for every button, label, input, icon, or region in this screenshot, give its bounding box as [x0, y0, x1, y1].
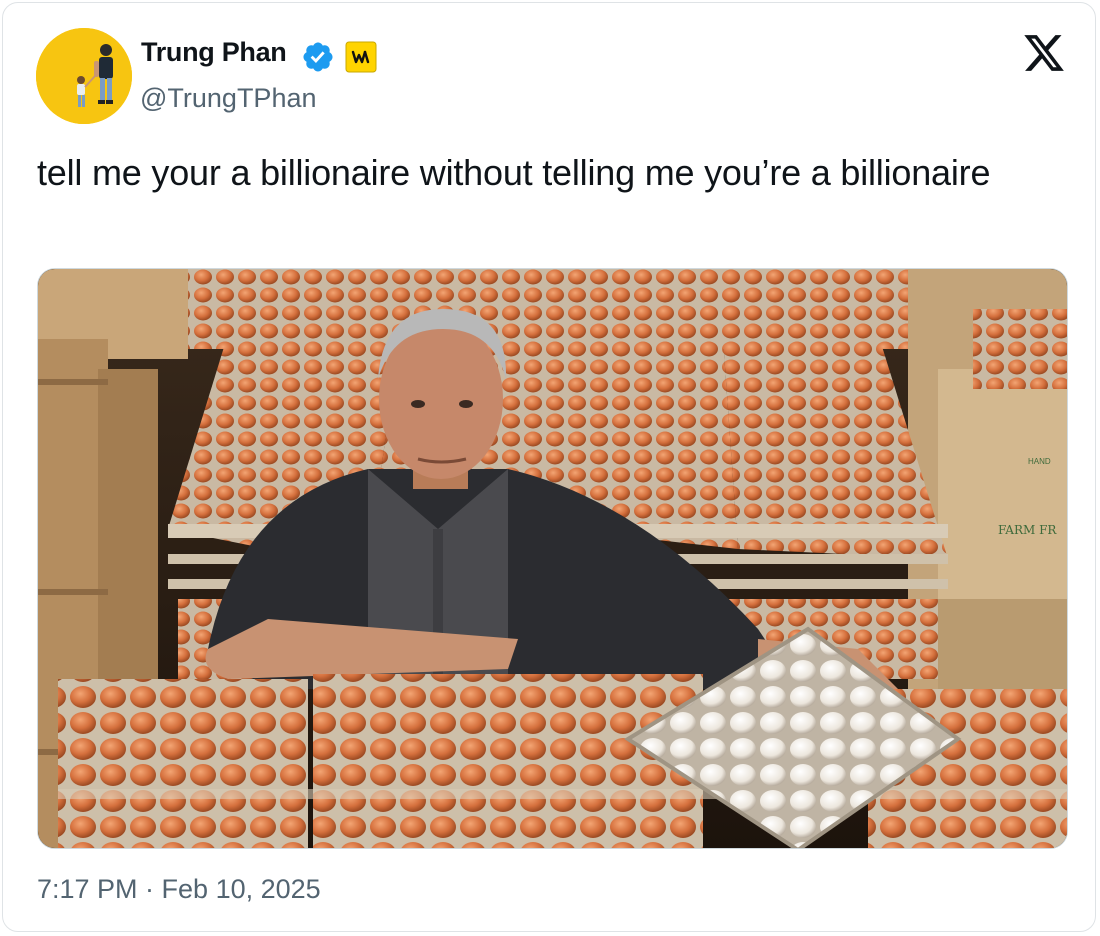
author-avatar[interactable] — [36, 28, 132, 124]
tweet-text: tell me your a billionaire without telli… — [37, 152, 991, 193]
author-display-name[interactable]: Trung Phan — [141, 37, 287, 68]
w-badge-icon — [345, 41, 377, 73]
author-handle[interactable]: @TrungTPhan — [140, 83, 317, 114]
tweet-card: Trung Phan @TrungTPhan tell me your a bi… — [2, 2, 1096, 932]
avatar-photo — [36, 28, 132, 124]
tweet-timestamp[interactable]: 7:17 PM · Feb 10, 2025 — [37, 874, 321, 905]
tweet-media-image[interactable]: FARM FR HAND — [37, 268, 1068, 849]
verified-badge-icon — [303, 42, 333, 72]
x-logo-icon[interactable] — [1021, 31, 1067, 75]
svg-text:FARM FR: FARM FR — [998, 523, 1057, 537]
egg-photo: FARM FR HAND — [38, 269, 1067, 848]
svg-text:HAND: HAND — [1028, 457, 1051, 466]
